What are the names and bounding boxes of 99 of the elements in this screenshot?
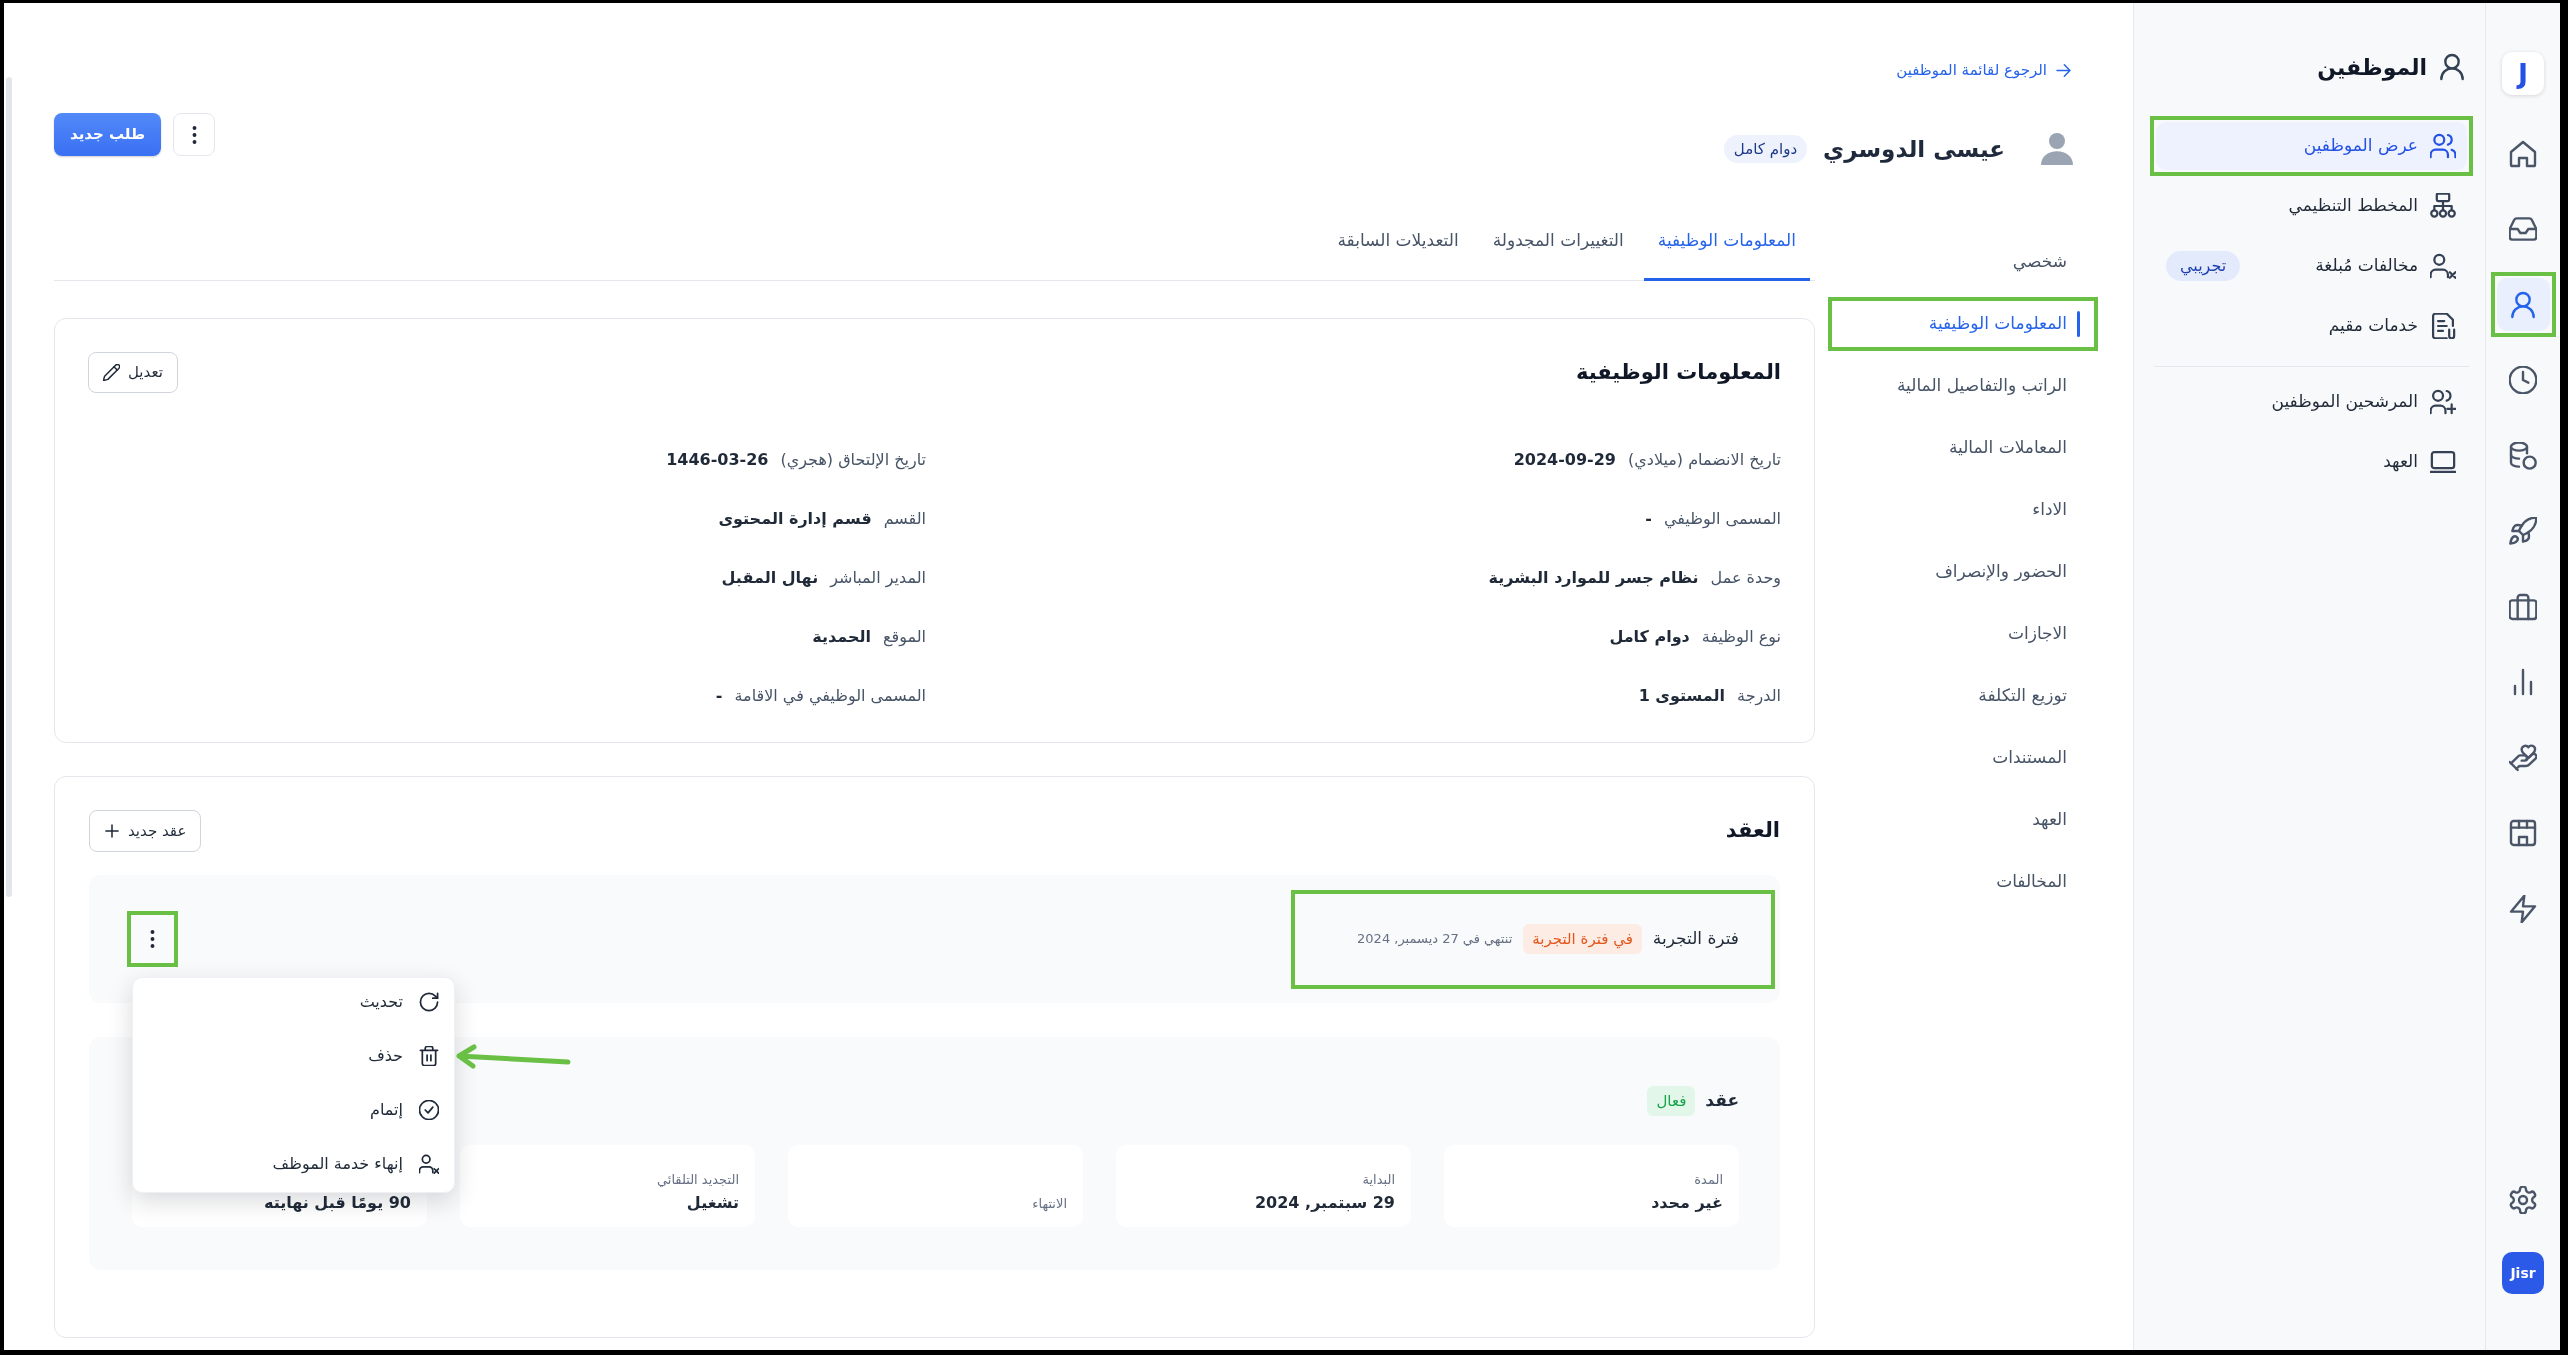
field-label: القسم	[883, 507, 926, 530]
detail-label: البداية	[1361, 1171, 1395, 1189]
menu-item[interactable]: تحديث	[133, 978, 454, 1026]
clock-icon	[2509, 366, 2537, 394]
plus-icon	[104, 823, 120, 839]
trash-icon	[419, 1046, 439, 1066]
field-value: الحمدية	[812, 625, 871, 648]
user-plus-icon	[2430, 389, 2456, 415]
user-x-icon	[419, 1154, 439, 1174]
section-nav-item[interactable]: الاداء	[1832, 487, 2094, 533]
field-value: نظام جسر للموارد البشرية	[1488, 566, 1699, 589]
field-label: تاريخ الانضمام (ميلادي)	[1628, 448, 1781, 472]
card-title: المعلومات الوظيفية	[1575, 358, 1781, 386]
section-nav-item[interactable]: شخصي	[1832, 239, 2094, 285]
section-nav-item[interactable]: الاجازات	[1832, 611, 2094, 657]
logo[interactable]: J	[2502, 52, 2544, 95]
end-date: تنتهي في 27 ديسمبر, 2024	[1357, 930, 1513, 949]
tab[interactable]: المعلومات الوظيفية	[1643, 215, 1810, 281]
sidebar-item[interactable]: عرض الموظفين	[2156, 122, 2467, 170]
user-x-icon	[2430, 253, 2456, 279]
field-label: الموقع	[883, 625, 926, 649]
selection-bar	[2077, 311, 2080, 337]
section-nav-item[interactable]: العهد	[1832, 797, 2094, 843]
field-label: نوع الوظيفة	[1701, 625, 1781, 649]
field-value: 1446-03-26	[666, 448, 769, 471]
field-value: قسم إدارة المحتوى	[718, 507, 872, 530]
scrollbar-thumb[interactable]	[6, 77, 12, 897]
refresh-icon	[419, 992, 439, 1012]
store-icon	[2509, 819, 2537, 847]
detail-value: 90 يومًا قبل نهايته	[262, 1193, 411, 1213]
field-value: المستوى 1	[1638, 684, 1726, 707]
sidebar-title: الموظفين	[2317, 53, 2427, 83]
briefcase-icon	[2509, 592, 2537, 621]
field-label: المدير المباشر	[830, 566, 926, 590]
detail-label: المدة	[1693, 1171, 1723, 1189]
more-icon	[191, 125, 197, 144]
sidebar-item[interactable]: المرشحين الموظفين	[2156, 378, 2467, 426]
section-nav-item[interactable]: المخالفات	[1832, 859, 2094, 905]
org-chart-icon	[2430, 193, 2456, 219]
rocket-icon	[2509, 517, 2537, 545]
field-label: الدرجة	[1737, 684, 1781, 708]
section-nav-item[interactable]: المعلومات الوظيفية	[1832, 301, 2094, 347]
user-icon	[2438, 53, 2466, 81]
laptop-icon	[2430, 449, 2456, 475]
sidebar-item[interactable]: مخالفات مُبلغة تجريبي	[2156, 242, 2467, 290]
field-value: 2024-09-29	[1513, 448, 1616, 471]
employment-type-badge: دوام كامل	[1723, 135, 1808, 163]
tab[interactable]: التغييرات المجدولة	[1478, 215, 1638, 281]
field-label: المسمى الوظيفي	[1663, 507, 1781, 531]
tab[interactable]: التعديلات السابقة	[1323, 215, 1473, 281]
document-icon	[2430, 313, 2456, 339]
sidebar-item[interactable]: المخطط التنظيمي	[2156, 182, 2467, 230]
field-value: -	[1645, 507, 1652, 530]
more-icon	[150, 930, 155, 948]
status-badge: في فترة التجربة	[1523, 924, 1642, 954]
arrow-right-icon	[2055, 61, 2072, 79]
hand-heart-icon	[2509, 743, 2537, 772]
contract-title: عقد	[1705, 1089, 1739, 1113]
section-nav-item[interactable]: الحضور والإنصراف	[1832, 549, 2094, 595]
employee-name: عيسى الدوسري	[1823, 135, 2005, 165]
nav-button[interactable]	[2496, 278, 2550, 331]
menu-item[interactable]: إنهاء خدمة الموظف	[133, 1140, 454, 1188]
card-title: العقد	[1725, 817, 1780, 845]
settings-icon	[2509, 1186, 2537, 1214]
field-value: نهال المقبل	[721, 566, 819, 589]
home-icon	[2509, 139, 2537, 168]
section-nav-item[interactable]: المستندات	[1832, 735, 2094, 781]
field-label: المسمى الوظيفي في الاقامة	[734, 684, 926, 708]
section-nav-item[interactable]: توزيع التكلفة	[1832, 673, 2094, 719]
avatar-icon	[2041, 132, 2073, 166]
new-contract-button[interactable]: عقد جديد	[89, 810, 202, 852]
detail-value: 29 سبتمبر, 2024	[1253, 1193, 1395, 1213]
menu-item[interactable]: إتمام	[133, 1086, 454, 1134]
field-label: وحدة عمل	[1710, 566, 1781, 590]
pencil-icon	[103, 364, 120, 381]
brand-badge[interactable]: Jisr	[2502, 1252, 2544, 1294]
detail-label: التجديد التلقائي	[655, 1171, 739, 1189]
edit-button[interactable]: تعديل	[88, 352, 178, 393]
menu-item[interactable]: حذف	[133, 1032, 454, 1080]
section-nav-item[interactable]: الراتب والتفاصيل المالية	[1832, 363, 2094, 409]
beta-badge: تجريبي	[2166, 251, 2241, 281]
user-icon	[2509, 290, 2537, 319]
field-value: دوام كامل	[1609, 625, 1690, 648]
lightning-icon	[2509, 894, 2537, 923]
back-link[interactable]: الرجوع لقائمة الموظفين	[1896, 58, 2072, 82]
coins-icon	[2509, 441, 2537, 470]
users-icon	[2430, 133, 2456, 159]
field-value: -	[715, 684, 723, 707]
section-nav-item[interactable]: المعاملات المالية	[1832, 425, 2094, 471]
sidebar-item[interactable]: العهد	[2156, 438, 2467, 486]
field-label: تاريخ الإلتحاق (هجري)	[780, 448, 926, 472]
probation-title: فترة التجربة	[1652, 927, 1739, 951]
detail-label: الانتهاء	[1031, 1195, 1067, 1213]
status-badge: فعال	[1647, 1086, 1696, 1116]
new-request-button[interactable]: طلب جديد	[54, 113, 162, 156]
detail-value: غير محدد	[1650, 1193, 1723, 1213]
inbox-icon	[2509, 215, 2537, 243]
sidebar-item[interactable]: خدمات مقيم	[2156, 302, 2467, 350]
detail-value: تشغيل	[685, 1193, 739, 1213]
